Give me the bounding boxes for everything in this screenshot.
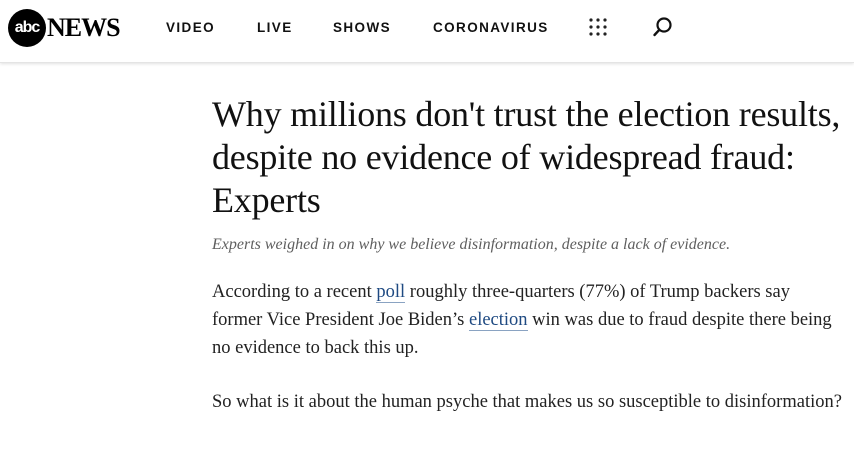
election-link[interactable]: election: [468, 310, 528, 331]
article-paragraph-1: According to a recent poll roughly three…: [212, 278, 842, 362]
abc-news-logo[interactable]: abc NEWS: [8, 9, 121, 47]
news-wordmark: NEWS: [47, 13, 121, 42]
article-headline: Why millions don't trust the election re…: [212, 94, 841, 220]
search-icon[interactable]: [652, 16, 674, 38]
article-body: Why millions don't trust the election re…: [212, 93, 842, 416]
grid-menu-icon[interactable]: [589, 18, 607, 36]
nav-shows[interactable]: SHOWS: [333, 20, 391, 35]
nav-live[interactable]: LIVE: [257, 20, 293, 35]
top-navigation-bar: abc NEWS VIDEO LIVE SHOWS CORONAVIRUS: [0, 0, 854, 63]
poll-link[interactable]: poll: [376, 282, 406, 303]
nav-coronavirus[interactable]: CORONAVIRUS: [433, 20, 549, 35]
article-subhead: Experts weighed in on why we believe dis…: [212, 236, 731, 253]
nav-video[interactable]: VIDEO: [166, 20, 215, 35]
article-paragraph-2: So what is it about the human psyche tha…: [212, 392, 842, 412]
abc-logo-circle: abc: [8, 9, 46, 47]
paragraph-text: According to a recent: [212, 282, 377, 302]
